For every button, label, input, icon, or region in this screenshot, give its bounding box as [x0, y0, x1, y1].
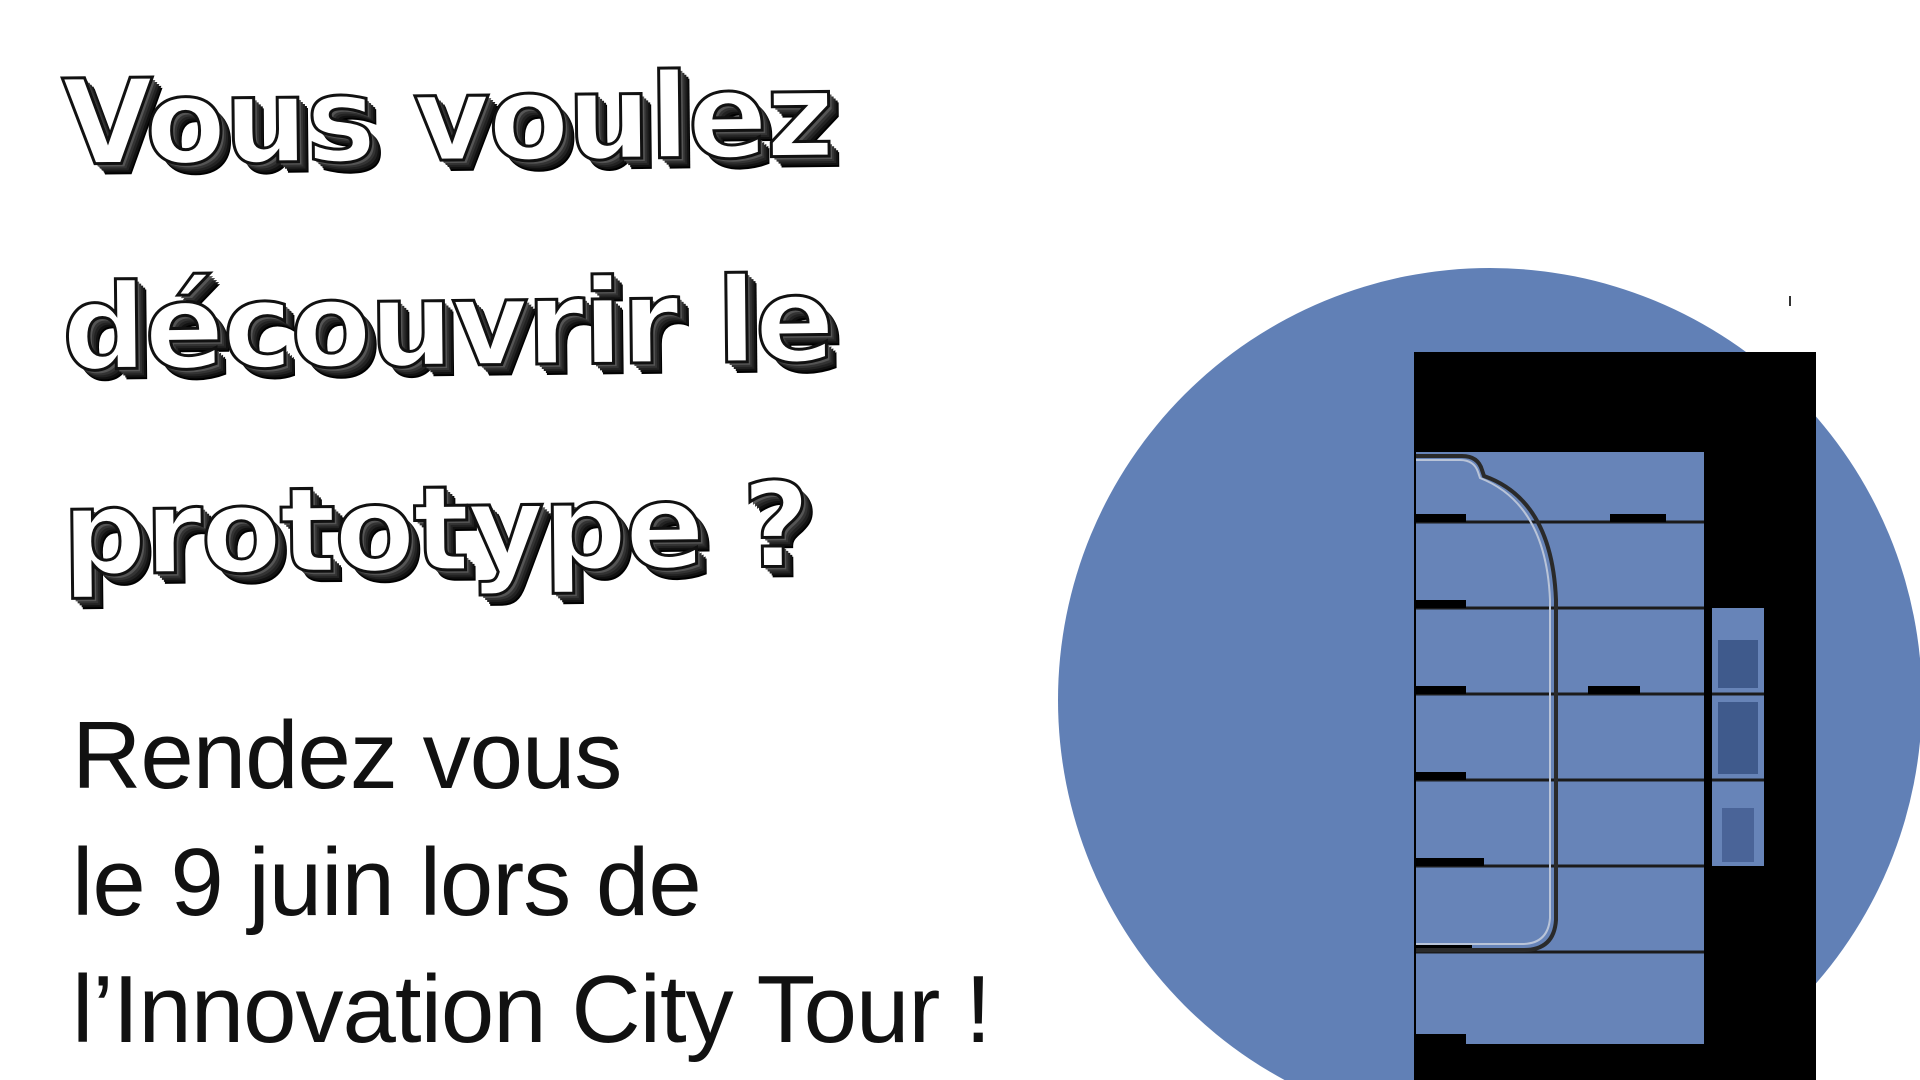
building-cross-section-icon — [1414, 296, 1816, 1080]
headline-line-3: prototype ? — [60, 455, 811, 604]
headline-line-1: Vous voulez — [60, 44, 835, 193]
subtext-line-1: Rendez vous — [72, 702, 622, 809]
subtext-line-3: l’Innovation City Tour ! — [72, 956, 992, 1063]
subtext-line-2: le 9 juin lors de — [72, 829, 702, 936]
headline-line-2: découvrir le — [60, 249, 835, 398]
slide: Vous voulez découvrir le prototype ? Ren… — [0, 0, 1920, 1080]
